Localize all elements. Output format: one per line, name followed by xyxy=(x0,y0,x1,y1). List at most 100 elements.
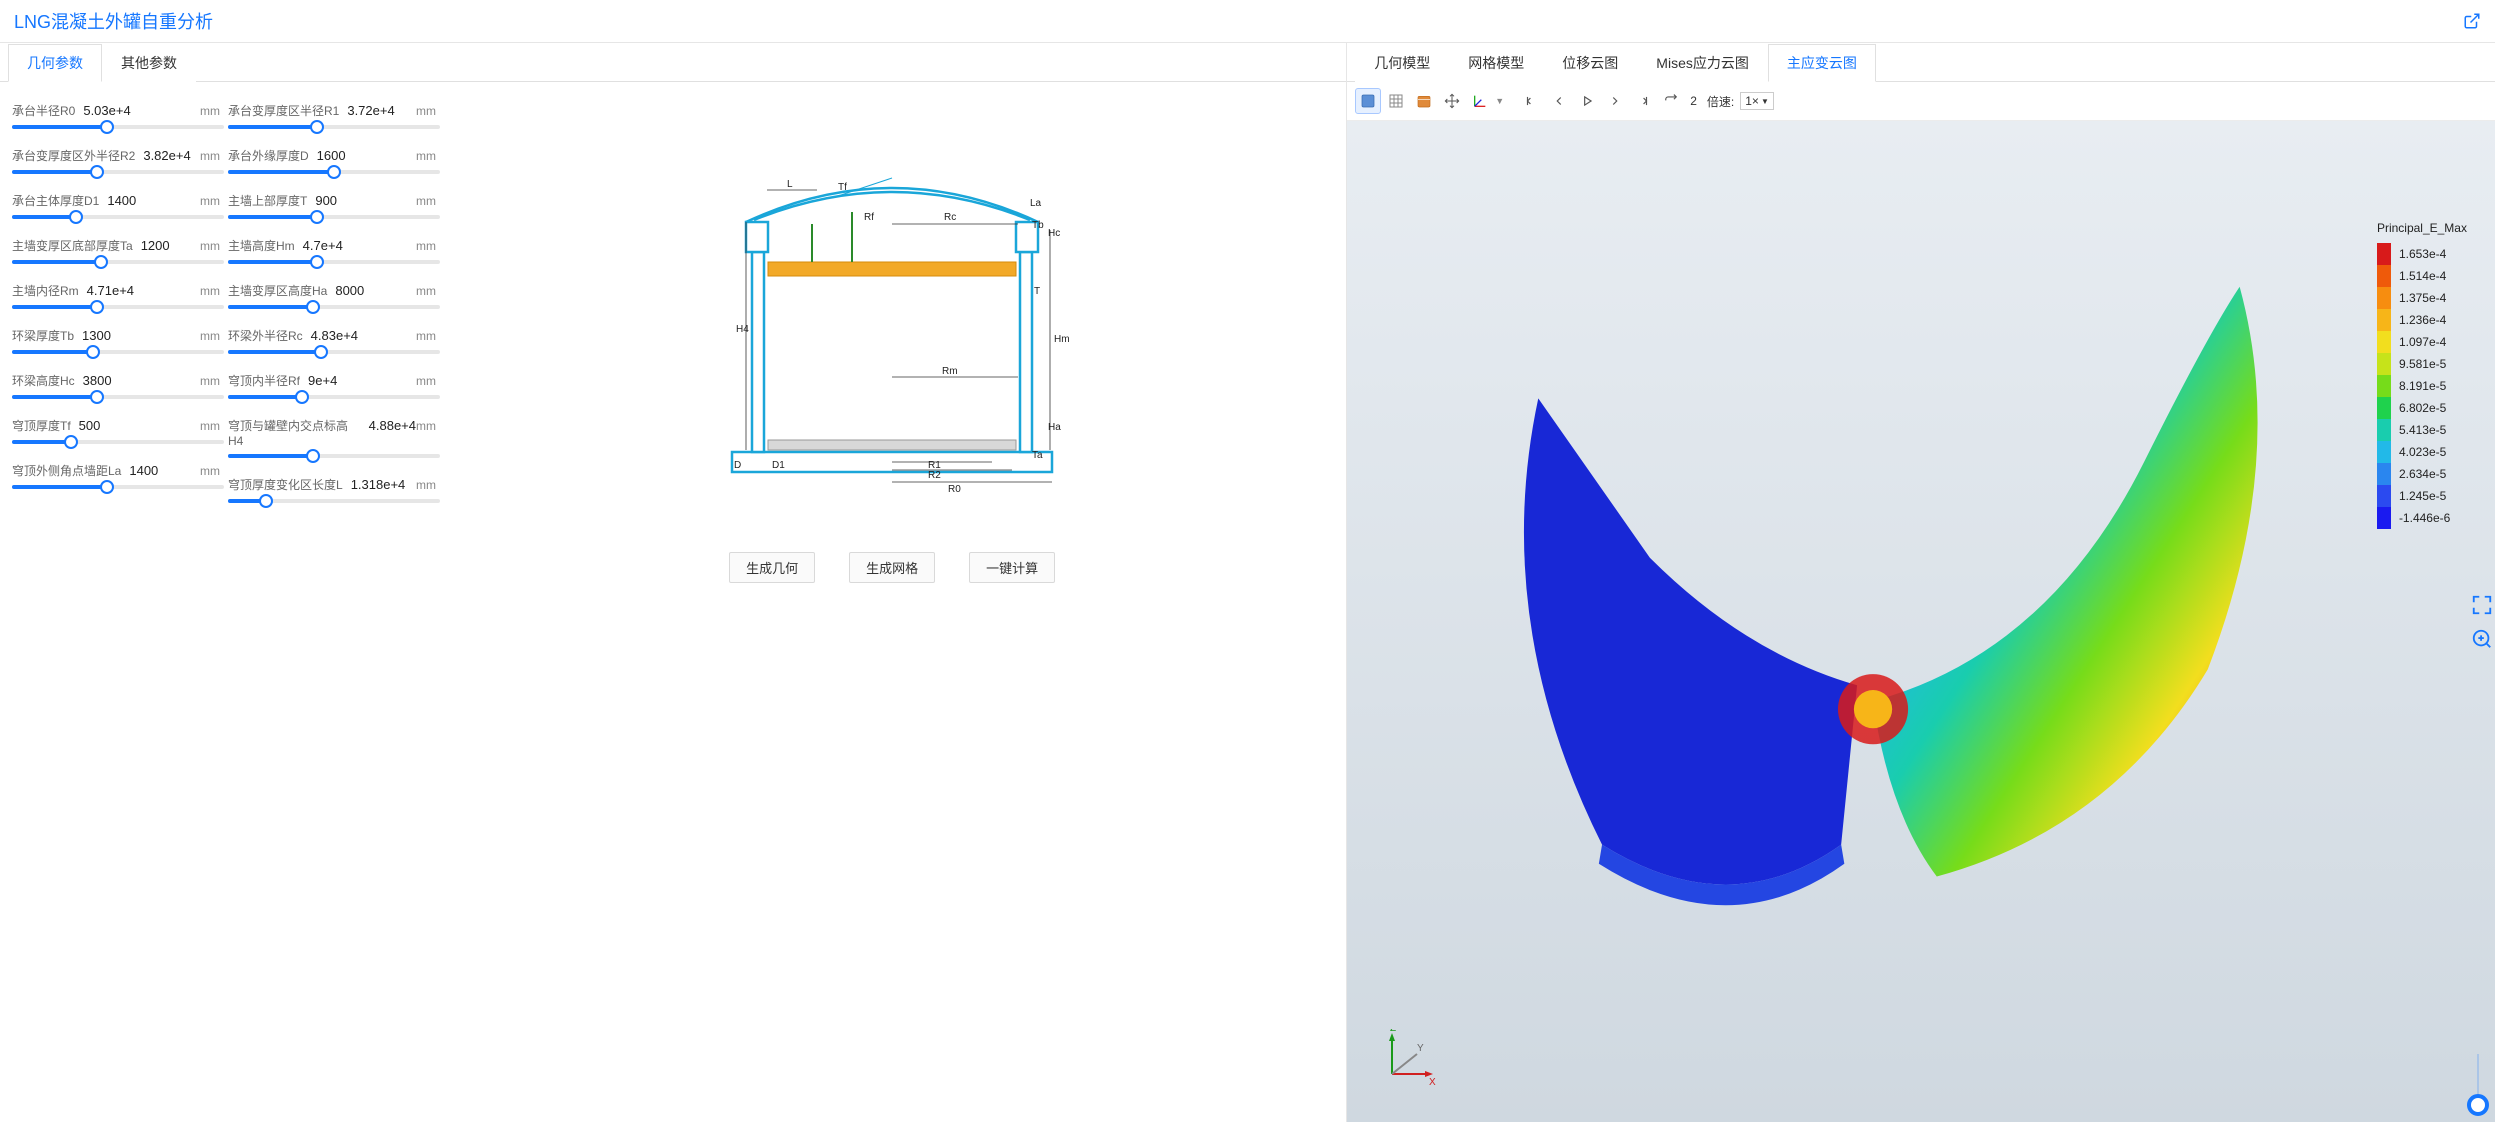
result-viewport[interactable]: Z X Y Principal_E_Max 1.653e-41.514e-41.… xyxy=(1347,121,2495,1122)
param-unit: mm xyxy=(200,239,220,253)
param-slider[interactable] xyxy=(12,260,224,264)
svg-text:Y: Y xyxy=(1417,1043,1424,1054)
param-slider[interactable] xyxy=(228,305,440,309)
fullscreen-icon[interactable] xyxy=(2471,594,2493,616)
param-value: 3800 xyxy=(83,373,112,388)
param-row: 穹顶厚度变化区长度L1.318e+4mm xyxy=(228,476,440,503)
open-external-icon[interactable] xyxy=(2463,12,2481,30)
first-frame-icon[interactable] xyxy=(1518,88,1544,114)
legend-value: 6.802e-5 xyxy=(2399,397,2467,419)
slider-thumb[interactable] xyxy=(94,255,108,269)
param-unit: mm xyxy=(416,194,436,208)
param-unit: mm xyxy=(200,464,220,478)
param-row: 主墙变厚区高度Ha8000mm xyxy=(228,282,440,309)
axis-icon[interactable] xyxy=(1467,88,1493,114)
param-slider[interactable] xyxy=(12,215,224,219)
grid-icon[interactable] xyxy=(1383,88,1409,114)
param-slider[interactable] xyxy=(12,125,224,129)
slider-thumb[interactable] xyxy=(306,300,320,314)
frame-number: 2 xyxy=(1690,94,1697,108)
param-value: 3.82e+4 xyxy=(143,148,190,163)
slider-thumb[interactable] xyxy=(310,120,324,134)
zoom-in-icon[interactable] xyxy=(2471,628,2493,650)
svg-text:La: La xyxy=(1030,198,1042,209)
slider-thumb[interactable] xyxy=(86,345,100,359)
param-unit: mm xyxy=(416,104,436,118)
zoom-slider[interactable] xyxy=(2467,1054,2489,1116)
param-row: 穹顶厚度Tf 500 mm xyxy=(12,417,224,444)
param-name: 承台主体厚度D1 xyxy=(12,192,99,209)
tab-geom-params[interactable]: 几何参数 xyxy=(8,44,102,82)
svg-text:D1: D1 xyxy=(772,460,785,471)
param-name: 承台外缘厚度D xyxy=(228,147,309,164)
param-slider[interactable] xyxy=(228,499,440,503)
slider-thumb[interactable] xyxy=(69,210,83,224)
param-slider[interactable] xyxy=(12,305,224,309)
calendar-icon[interactable] xyxy=(1411,88,1437,114)
generate-mesh-button[interactable]: 生成网格 xyxy=(849,552,935,583)
speed-select[interactable]: 1×▼ xyxy=(1740,92,1774,110)
param-value: 1400 xyxy=(129,463,158,478)
loop-icon[interactable] xyxy=(1658,88,1684,114)
next-frame-icon[interactable] xyxy=(1602,88,1628,114)
page-title: LNG混凝土外罐自重分析 xyxy=(14,8,213,34)
param-slider[interactable] xyxy=(228,260,440,264)
param-slider[interactable] xyxy=(228,395,440,399)
param-slider[interactable] xyxy=(228,454,440,458)
tab-disp-contour[interactable]: 位移云图 xyxy=(1543,44,1637,82)
generate-geometry-button[interactable]: 生成几何 xyxy=(729,552,815,583)
slider-thumb[interactable] xyxy=(100,120,114,134)
param-name: 穹顶厚度Tf xyxy=(12,417,71,434)
play-icon[interactable] xyxy=(1574,88,1600,114)
slider-thumb[interactable] xyxy=(295,390,309,404)
tab-mises-contour[interactable]: Mises应力云图 xyxy=(1637,44,1768,82)
speed-label: 倍速: xyxy=(1707,93,1734,110)
param-slider[interactable] xyxy=(228,170,440,174)
param-row: 主墙变厚区底部厚度Ta1200mm xyxy=(12,237,224,264)
param-name: 承台半径R0 xyxy=(12,102,75,119)
param-value: 3.72e+4 xyxy=(347,103,394,118)
svg-text:H4: H4 xyxy=(736,324,749,335)
param-name: 主墙变厚区底部厚度Ta xyxy=(12,237,133,254)
last-frame-icon[interactable] xyxy=(1630,88,1656,114)
tab-geom-model[interactable]: 几何模型 xyxy=(1355,44,1449,82)
slider-thumb[interactable] xyxy=(306,449,320,463)
param-slider[interactable] xyxy=(228,215,440,219)
param-slider[interactable] xyxy=(228,125,440,129)
param-slider[interactable] xyxy=(12,350,224,354)
slider-thumb[interactable] xyxy=(100,480,114,494)
slider-thumb[interactable] xyxy=(327,165,341,179)
svg-text:T: T xyxy=(1034,286,1040,297)
slider-thumb[interactable] xyxy=(259,494,273,508)
param-slider[interactable] xyxy=(12,170,224,174)
param-row: 主墙上部厚度T900mm xyxy=(228,192,440,219)
param-slider[interactable] xyxy=(12,485,224,489)
param-name: 主墙上部厚度T xyxy=(228,192,307,209)
param-name: 主墙内径Rm xyxy=(12,282,79,299)
right-tabbar: 几何模型 网格模型 位移云图 Mises应力云图 主应变云图 xyxy=(1347,43,2495,82)
prev-frame-icon[interactable] xyxy=(1546,88,1572,114)
slider-thumb[interactable] xyxy=(90,390,104,404)
tab-other-params[interactable]: 其他参数 xyxy=(102,44,196,82)
move-icon[interactable] xyxy=(1439,88,1465,114)
one-click-calc-button[interactable]: 一键计算 xyxy=(969,552,1055,583)
slider-thumb[interactable] xyxy=(90,300,104,314)
param-slider[interactable] xyxy=(12,440,224,444)
param-slider[interactable] xyxy=(12,395,224,399)
param-value: 500 xyxy=(79,418,101,433)
legend-value: -1.446e-6 xyxy=(2399,507,2467,529)
fit-view-icon[interactable] xyxy=(1355,88,1381,114)
tab-mesh-model[interactable]: 网格模型 xyxy=(1449,44,1543,82)
param-name: 穹顶与罐壁内交点标高H4 xyxy=(228,417,361,448)
slider-thumb[interactable] xyxy=(314,345,328,359)
slider-thumb[interactable] xyxy=(90,165,104,179)
param-unit: mm xyxy=(200,329,220,343)
slider-thumb[interactable] xyxy=(310,255,324,269)
color-legend: Principal_E_Max 1.653e-41.514e-41.375e-4… xyxy=(2377,221,2467,529)
param-unit: mm xyxy=(200,419,220,433)
tab-strain-contour[interactable]: 主应变云图 xyxy=(1768,44,1876,82)
slider-thumb[interactable] xyxy=(64,435,78,449)
param-value: 1400 xyxy=(107,193,136,208)
slider-thumb[interactable] xyxy=(310,210,324,224)
param-slider[interactable] xyxy=(228,350,440,354)
